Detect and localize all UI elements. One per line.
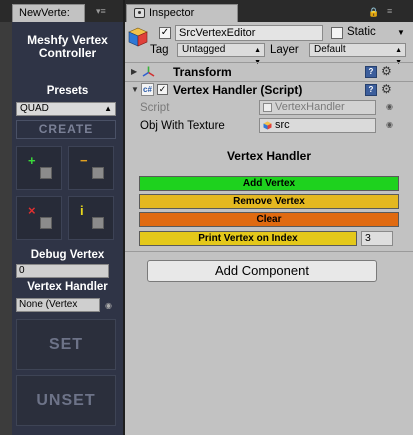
layer-value: Default bbox=[314, 44, 346, 55]
panel-title-line2: Controller bbox=[38, 46, 97, 60]
vertex-handler-section-title: Vertex Handler bbox=[226, 149, 312, 163]
inspector-tab-bar: Inspector 🔒 ≡ bbox=[125, 0, 413, 22]
vertex-box-icon bbox=[92, 217, 104, 229]
tab-inspector[interactable]: Inspector bbox=[126, 4, 238, 22]
print-index-field[interactable]: 3 bbox=[361, 231, 393, 246]
chevron-down-icon[interactable]: ▼ bbox=[397, 28, 405, 37]
remove-vertex-tool-button[interactable]: − bbox=[68, 146, 114, 190]
vertex-box-icon bbox=[40, 167, 52, 179]
create-button[interactable]: CREATE bbox=[16, 120, 116, 139]
script-field: VertexHandler bbox=[259, 100, 376, 115]
debug-vertex-field[interactable]: 0 bbox=[16, 264, 109, 278]
remove-vertex-button[interactable]: Remove Vertex bbox=[139, 194, 399, 209]
tab-menu-icon[interactable]: ▾≡ bbox=[96, 6, 106, 17]
editor-window: NewVerte: ▾≡ Meshfy Vertex Controller Pr… bbox=[0, 0, 413, 435]
add-vertex-button[interactable]: Add Vertex bbox=[139, 176, 399, 191]
chevron-down-icon: ▲ bbox=[104, 104, 112, 113]
vertex-handler-field[interactable]: None (Vertex bbox=[16, 298, 100, 312]
help-book-icon[interactable]: ? bbox=[365, 66, 377, 78]
gameobject-cube-icon bbox=[128, 27, 148, 47]
tab-menu-icon[interactable]: ≡ bbox=[387, 6, 392, 16]
gear-icon[interactable]: ⚙ bbox=[381, 82, 392, 96]
script-enabled-checkbox[interactable]: ✓ bbox=[157, 84, 168, 95]
inspector-panel: Inspector 🔒 ≡ ✓ SrcVertexEditor Static ▼… bbox=[125, 0, 413, 435]
vertex-handler-label: Vertex Handler bbox=[27, 281, 108, 293]
help-book-icon[interactable]: ? bbox=[365, 84, 377, 96]
close-icon: × bbox=[28, 203, 36, 218]
set-button[interactable]: SET bbox=[16, 319, 116, 370]
inspector-tab-label: Inspector bbox=[149, 7, 195, 19]
add-vertex-tool-button[interactable]: + bbox=[16, 146, 62, 190]
presets-dropdown[interactable]: QUAD ▲ bbox=[16, 102, 116, 116]
tag-label: Tag bbox=[150, 44, 169, 56]
object-picker-icon: ◉ bbox=[386, 102, 393, 111]
script-label: Script bbox=[140, 102, 170, 114]
script-component-title: Vertex Handler (Script) bbox=[173, 83, 303, 97]
transform-icon bbox=[142, 66, 155, 77]
clear-button[interactable]: Clear bbox=[139, 212, 399, 227]
script-file-icon bbox=[263, 103, 272, 112]
vertex-box-icon bbox=[40, 217, 52, 229]
static-checkbox[interactable] bbox=[331, 27, 343, 39]
collapse-arrow-icon[interactable]: ▼ bbox=[131, 85, 139, 94]
left-gutter bbox=[0, 22, 12, 435]
vertex-box-icon bbox=[92, 167, 104, 179]
separator bbox=[125, 251, 413, 252]
presets-label: Presets bbox=[46, 85, 89, 97]
gear-icon[interactable]: ⚙ bbox=[381, 64, 392, 78]
object-picker-icon[interactable]: ◉ bbox=[386, 120, 393, 129]
minus-icon: − bbox=[80, 153, 88, 168]
separator bbox=[125, 62, 413, 63]
meshfy-panel: NewVerte: ▾≡ Meshfy Vertex Controller Pr… bbox=[0, 0, 123, 435]
obj-with-texture-field[interactable]: src bbox=[259, 118, 376, 133]
plus-icon: + bbox=[28, 153, 36, 168]
tab-new-vertex[interactable]: NewVerte: bbox=[12, 4, 85, 22]
gameobject-cube-icon bbox=[263, 121, 272, 130]
debug-vertex-label: Debug Vertex bbox=[30, 249, 105, 261]
expand-arrow-icon[interactable]: ▶ bbox=[131, 67, 137, 76]
unset-button[interactable]: UNSET bbox=[16, 375, 116, 426]
meshfy-panel-body: Meshfy Vertex Controller Presets QUAD ▲ … bbox=[12, 22, 123, 435]
layer-dropdown[interactable]: Default ▲▼ bbox=[309, 43, 406, 66]
left-tab-bar: NewVerte: ▾≡ bbox=[0, 0, 123, 22]
layer-label: Layer bbox=[270, 44, 299, 56]
transform-component-header[interactable]: ▶ Transform ? ⚙ bbox=[125, 64, 413, 81]
tag-value: Untagged bbox=[182, 44, 226, 55]
static-label: Static bbox=[347, 26, 376, 38]
script-value: VertexHandler bbox=[275, 101, 345, 113]
transform-title: Transform bbox=[173, 65, 232, 79]
presets-value: QUAD bbox=[20, 103, 49, 114]
obj-with-texture-label: Obj With Texture bbox=[140, 120, 225, 132]
obj-with-texture-value: src bbox=[275, 119, 290, 131]
tag-dropdown[interactable]: Untagged ▲▼ bbox=[177, 43, 265, 66]
object-picker-icon[interactable]: ◉ bbox=[105, 301, 112, 310]
info-icon: i bbox=[80, 203, 84, 218]
print-vertex-on-index-button[interactable]: Print Vertex on Index bbox=[139, 231, 357, 246]
script-component-header[interactable]: ▼ c# ✓ Vertex Handler (Script) ? ⚙ bbox=[125, 82, 413, 99]
lock-icon[interactable]: 🔒 bbox=[368, 7, 379, 18]
info-tool-button[interactable]: i bbox=[68, 196, 114, 240]
add-component-button[interactable]: Add Component bbox=[147, 260, 377, 282]
inspector-icon bbox=[134, 8, 145, 18]
object-name-field[interactable]: SrcVertexEditor bbox=[175, 25, 323, 41]
clear-tool-button[interactable]: × bbox=[16, 196, 62, 240]
active-checkbox[interactable]: ✓ bbox=[159, 27, 171, 39]
csharp-script-icon: c# bbox=[141, 83, 154, 96]
